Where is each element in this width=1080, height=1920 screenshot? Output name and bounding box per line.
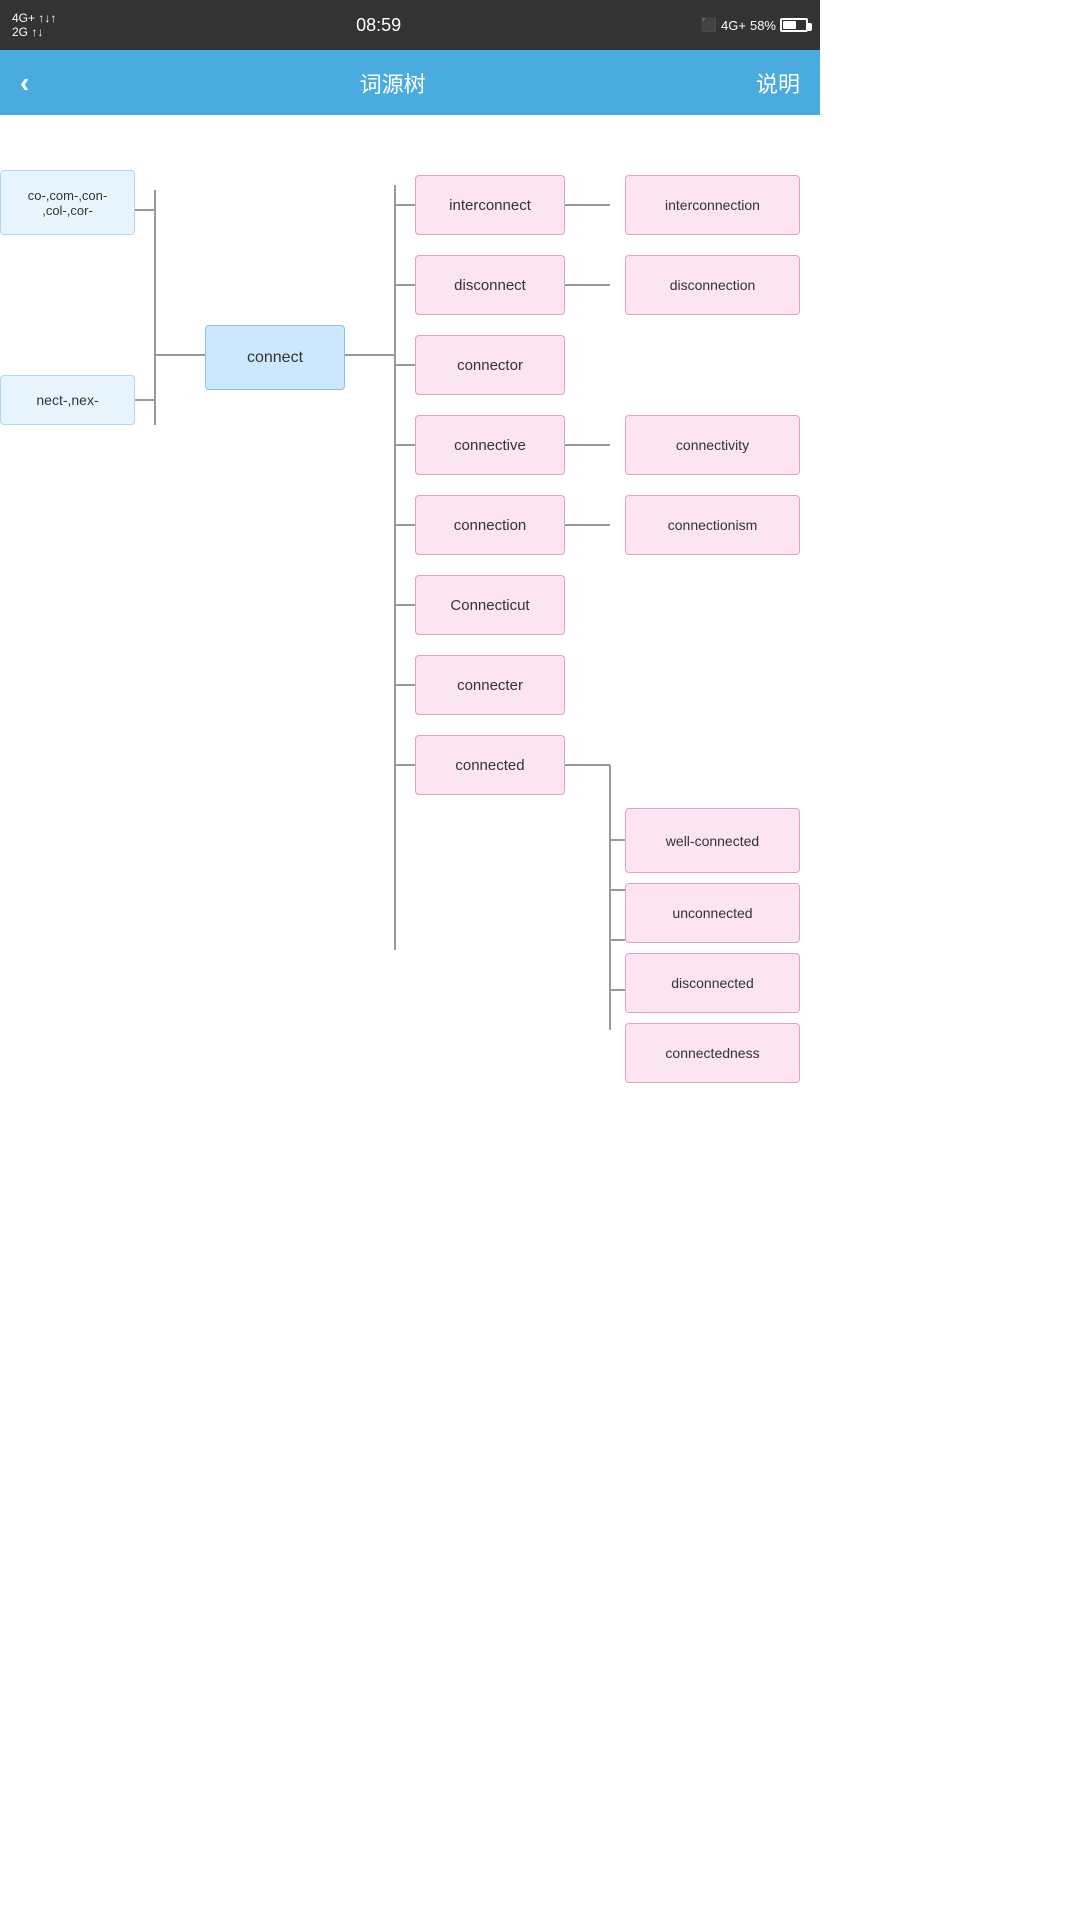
l2-connectionism[interactable]: connectionism [625, 495, 800, 555]
tree-wrapper: co-,com-,con- ,col-,cor- nect-,nex- conn… [0, 130, 820, 1030]
status-right-icons: ⬛ 4G+ 58% [701, 17, 808, 33]
network-4g: 4G+ ↑↓↑ [12, 11, 56, 25]
l1-disconnect[interactable]: disconnect [415, 255, 565, 315]
back-button[interactable]: ‹ [20, 67, 29, 99]
header: ‹ 词源树 说明 [0, 50, 820, 115]
battery-icon [780, 18, 808, 32]
l2-unconnected[interactable]: unconnected [625, 883, 800, 943]
tree-content: co-,com-,con- ,col-,cor- nect-,nex- conn… [0, 115, 820, 1045]
l1-interconnect[interactable]: interconnect [415, 175, 565, 235]
l1-connected[interactable]: connected [415, 735, 565, 795]
l2-connectivity[interactable]: connectivity [625, 415, 800, 475]
l2-interconnection[interactable]: interconnection [625, 175, 800, 235]
l2-connectedness[interactable]: connectedness [625, 1023, 800, 1083]
l1-connecticut[interactable]: Connecticut [415, 575, 565, 635]
battery-percent: 58% [750, 18, 776, 33]
time-display: 08:59 [356, 15, 401, 36]
l1-connecter[interactable]: connecter [415, 655, 565, 715]
page-title: 词源树 [360, 67, 426, 99]
l1-connective[interactable]: connective [415, 415, 565, 475]
l2-well-connected[interactable]: well-connected [625, 808, 800, 873]
network-right-label: 4G+ [721, 18, 746, 33]
status-bar: 4G+ ↑↓↑ 2G ↑↓ 08:59 ⬛ 4G+ 58% [0, 0, 820, 50]
prefix-node-2[interactable]: nect-,nex- [0, 375, 135, 425]
vibrate-icon: ⬛ [701, 17, 717, 33]
explain-button[interactable]: 说明 [756, 67, 800, 99]
l1-connection[interactable]: connection [415, 495, 565, 555]
root-node[interactable]: connect [205, 325, 345, 390]
l2-disconnected[interactable]: disconnected [625, 953, 800, 1013]
network-info: 4G+ ↑↓↑ 2G ↑↓ [12, 11, 56, 39]
network-2g: 2G ↑↓ [12, 25, 56, 39]
l1-connector[interactable]: connector [415, 335, 565, 395]
prefix-node-1[interactable]: co-,com-,con- ,col-,cor- [0, 170, 135, 235]
l2-disconnection[interactable]: disconnection [625, 255, 800, 315]
